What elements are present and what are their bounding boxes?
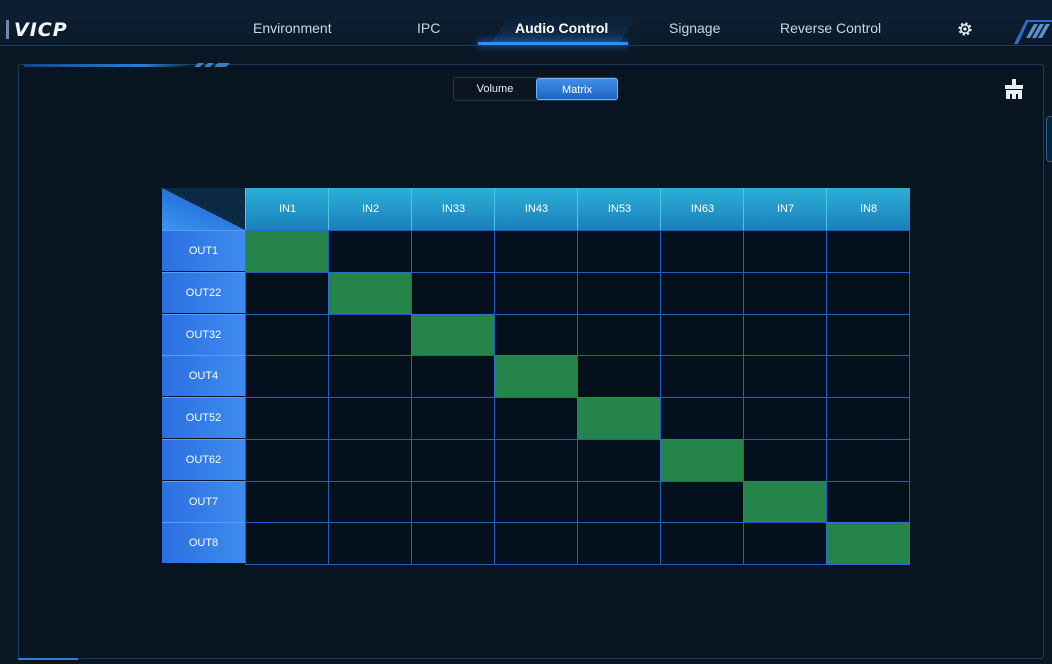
matrix-cell[interactable] [328,522,412,566]
gear-icon[interactable] [956,20,974,38]
matrix-tab-button[interactable]: Matrix [536,78,618,100]
matrix-cell[interactable] [411,230,495,273]
matrix-cell[interactable] [826,438,910,482]
matrix-cell[interactable] [245,480,329,524]
matrix-cell[interactable] [245,397,329,440]
matrix-cell[interactable] [328,438,412,482]
matrix-cell[interactable] [245,522,329,566]
logo-accent-bar [6,20,9,39]
matrix-cell-routed[interactable] [826,522,910,566]
output-row-header: OUT32 [162,313,245,355]
matrix-cell[interactable] [826,230,910,273]
matrix-cell[interactable] [660,480,744,524]
matrix-cell[interactable] [743,355,827,399]
matrix-cell[interactable] [826,271,910,315]
matrix-cell[interactable] [826,397,910,440]
matrix-cell[interactable] [660,522,744,566]
broom-icon[interactable] [1004,78,1024,100]
input-column-header: IN2 [328,188,412,230]
matrix-cell[interactable] [245,313,329,357]
matrix-cell[interactable] [494,438,578,482]
matrix-cell[interactable] [411,397,495,440]
output-row-header: OUT52 [162,397,245,438]
matrix-cell-routed[interactable] [660,438,744,482]
matrix-cell[interactable] [826,480,910,524]
matrix-cell[interactable] [494,480,578,524]
nav-tab-reverse-control[interactable]: Reverse Control [780,20,881,36]
matrix-cell[interactable] [328,230,412,273]
matrix-cell[interactable] [494,397,578,440]
input-column-header: IN33 [411,188,495,230]
matrix-cell[interactable] [743,438,827,482]
matrix-cell-routed[interactable] [245,230,329,273]
matrix-cell[interactable] [826,313,910,357]
decorative-stripes [1014,20,1052,44]
input-column-header: IN1 [245,188,329,230]
matrix-cell[interactable] [743,230,827,273]
app-logo: VICP [14,19,68,41]
matrix-cell[interactable] [328,480,412,524]
matrix-cell[interactable] [660,230,744,273]
output-row-header: OUT1 [162,230,245,271]
matrix-cell[interactable] [328,355,412,399]
matrix-cell[interactable] [743,271,827,315]
output-row-header: OUT4 [162,355,245,397]
matrix-cell[interactable] [660,271,744,315]
panel-accent-line [24,64,194,67]
side-drawer-handle[interactable] [1046,116,1052,162]
input-column-header: IN7 [743,188,827,230]
matrix-cell-routed[interactable] [494,355,578,399]
matrix-cell[interactable] [494,271,578,315]
matrix-cell[interactable] [494,230,578,273]
matrix-cell[interactable] [494,313,578,357]
matrix-cell[interactable] [577,522,661,566]
matrix-cell[interactable] [743,522,827,566]
input-column-header: IN63 [660,188,744,230]
nav-tab-audio-control[interactable]: Audio Control [515,20,608,36]
matrix-cell[interactable] [328,313,412,357]
matrix-cell[interactable] [743,397,827,440]
nav-tab-signage[interactable]: Signage [669,20,720,36]
view-toggle: Volume Matrix [453,77,618,101]
matrix-cell[interactable] [660,313,744,357]
matrix-cell[interactable] [245,271,329,315]
matrix-cell-routed[interactable] [328,271,412,315]
nav-tab-environment[interactable]: Environment [253,20,332,36]
output-row-header: OUT62 [162,438,245,480]
output-row-header: OUT22 [162,271,245,313]
matrix-cell[interactable] [411,355,495,399]
matrix-cell[interactable] [411,438,495,482]
input-column-header: IN8 [826,188,910,230]
input-column-header: IN43 [494,188,578,230]
nav-tab-ipc[interactable]: IPC [417,20,440,36]
matrix-cell[interactable] [577,355,661,399]
matrix-cell[interactable] [577,313,661,357]
matrix-cell[interactable] [826,355,910,399]
output-row-header: OUT8 [162,522,245,564]
output-row-header: OUT7 [162,480,245,522]
matrix-cell[interactable] [743,313,827,357]
top-divider [0,45,1052,46]
matrix-cell[interactable] [577,271,661,315]
matrix-cell[interactable] [245,438,329,482]
panel-accent-dashes [194,63,230,67]
matrix-cell-routed[interactable] [577,397,661,440]
matrix-cell[interactable] [577,480,661,524]
matrix-cell[interactable] [411,480,495,524]
matrix-cell[interactable] [245,355,329,399]
matrix-cell[interactable] [577,230,661,273]
top-navigation-bar: VICP Environment IPC Audio Control Signa… [0,0,1052,46]
input-column-header: IN53 [577,188,661,230]
matrix-cell-routed[interactable] [743,480,827,524]
panel-bottom-accent [18,658,78,660]
matrix-cell[interactable] [494,522,578,566]
matrix-cell[interactable] [660,355,744,399]
matrix-cell[interactable] [411,271,495,315]
matrix-cell[interactable] [328,397,412,440]
volume-tab-button[interactable]: Volume [454,78,536,100]
matrix-cell-routed[interactable] [411,313,495,357]
matrix-cell[interactable] [577,438,661,482]
matrix-cell[interactable] [411,522,495,566]
matrix-cell[interactable] [660,397,744,440]
